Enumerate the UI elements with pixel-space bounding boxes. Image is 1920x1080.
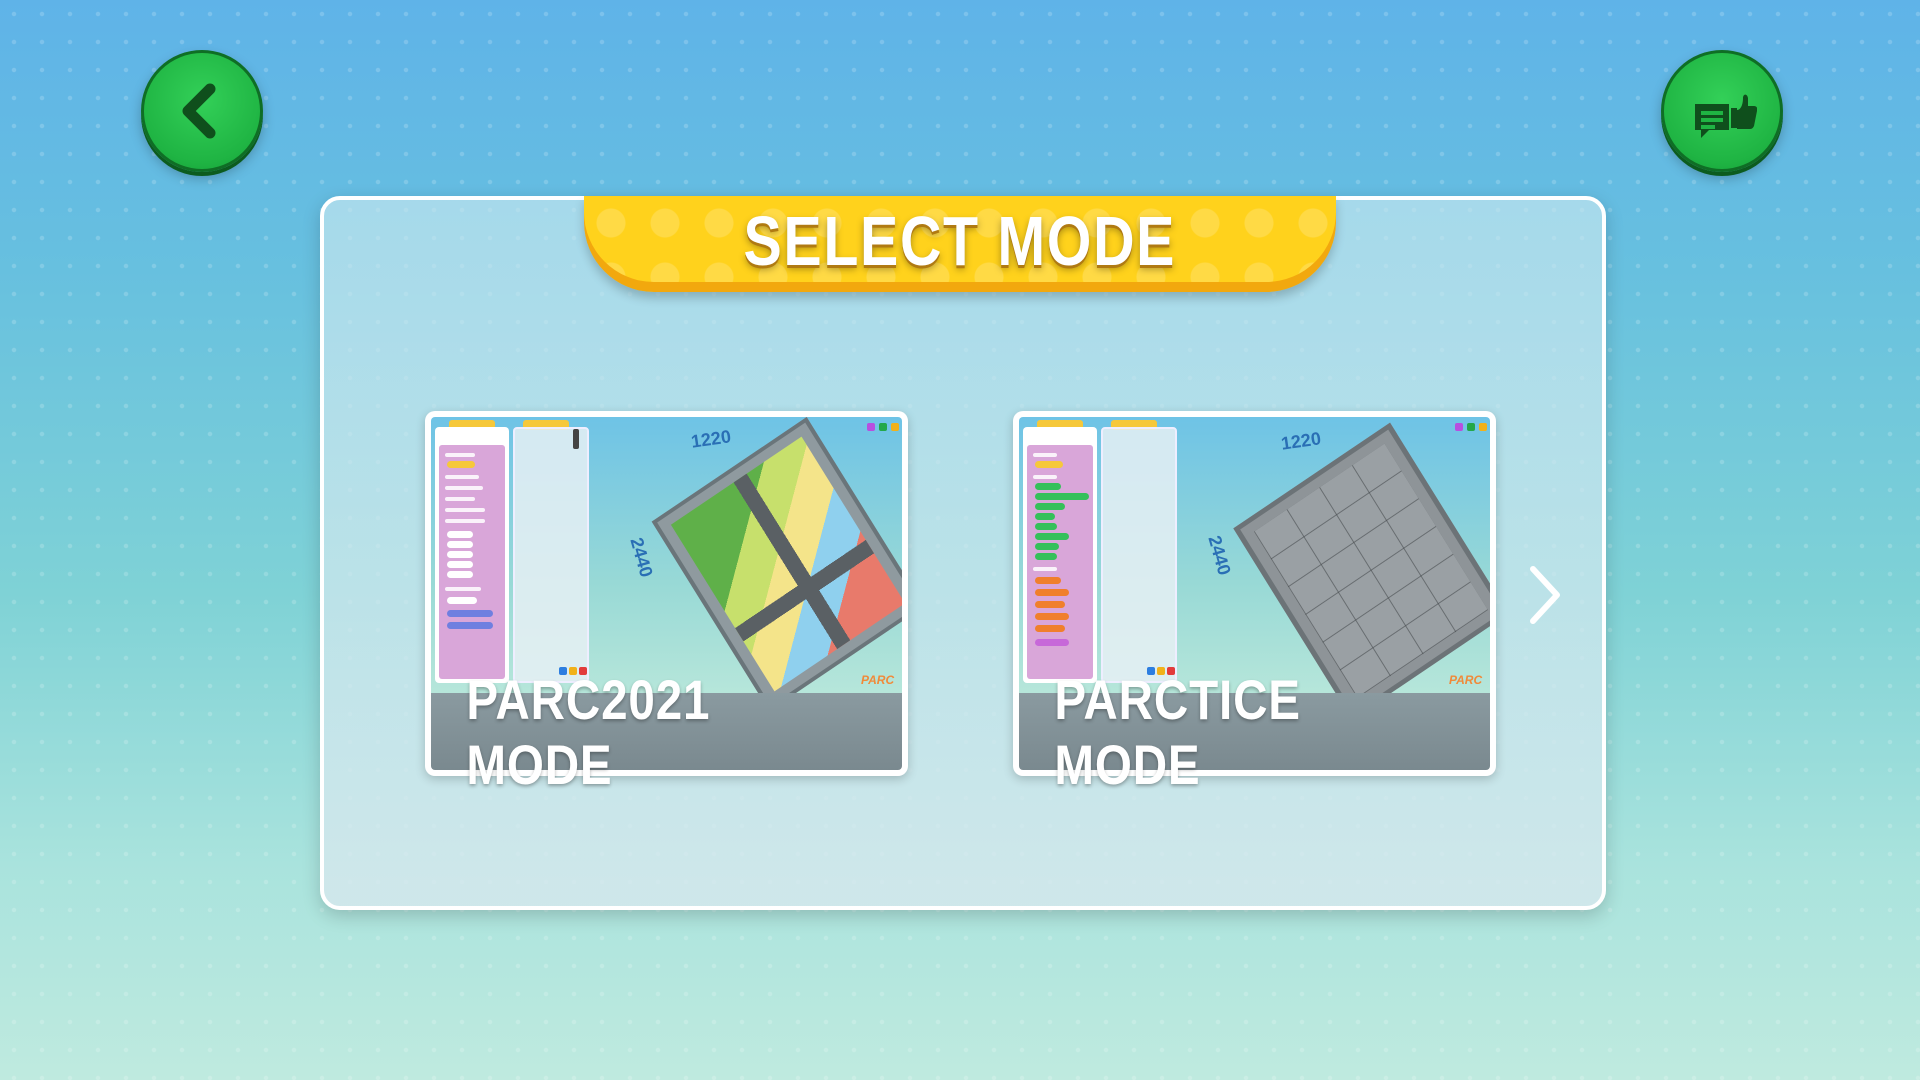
preview-length-dimension: 2440 — [626, 535, 657, 580]
mode-label-text: PARCTICE MODE — [1054, 667, 1301, 796]
page-title: SELECT MODE — [743, 202, 1177, 280]
preview-width-dimension: 1220 — [1279, 428, 1323, 454]
preview-grid-board — [1233, 422, 1490, 693]
preview-scripts-panel — [513, 427, 589, 683]
preview-length-dimension: 2440 — [1204, 533, 1235, 578]
chevron-right-icon — [1530, 566, 1560, 624]
mode-preview-image: 1220 2440 PARC — [431, 417, 902, 693]
traffic-light-icon — [573, 429, 579, 449]
mode-card-parc2021[interactable]: 1220 2440 PARC PARC2021 MODE — [425, 411, 908, 796]
feedback-button[interactable] — [1661, 50, 1783, 172]
preview-width-dimension: 1220 — [689, 426, 733, 452]
mode-preview-image: 1220 2440 PARC — [1019, 417, 1490, 693]
mode-card-practice[interactable]: 1220 2440 PARC PARCTICE MODE — [1013, 411, 1496, 796]
mode-label: PARC2021 MODE — [431, 668, 902, 796]
feedback-thumbs-up-icon — [1695, 94, 1757, 138]
preview-blocks-panel — [1023, 427, 1097, 683]
preview-scripts-panel — [1101, 427, 1177, 683]
next-page-button[interactable] — [1520, 560, 1570, 630]
mode-label-text: PARC2021 MODE — [466, 667, 711, 796]
preview-blocks-panel — [435, 427, 509, 683]
preview-map-board — [651, 417, 902, 693]
title-banner: SELECT MODE — [584, 196, 1336, 292]
mode-label: PARCTICE MODE — [1019, 668, 1490, 796]
back-button[interactable] — [141, 50, 263, 172]
chevron-left-icon — [182, 83, 216, 139]
